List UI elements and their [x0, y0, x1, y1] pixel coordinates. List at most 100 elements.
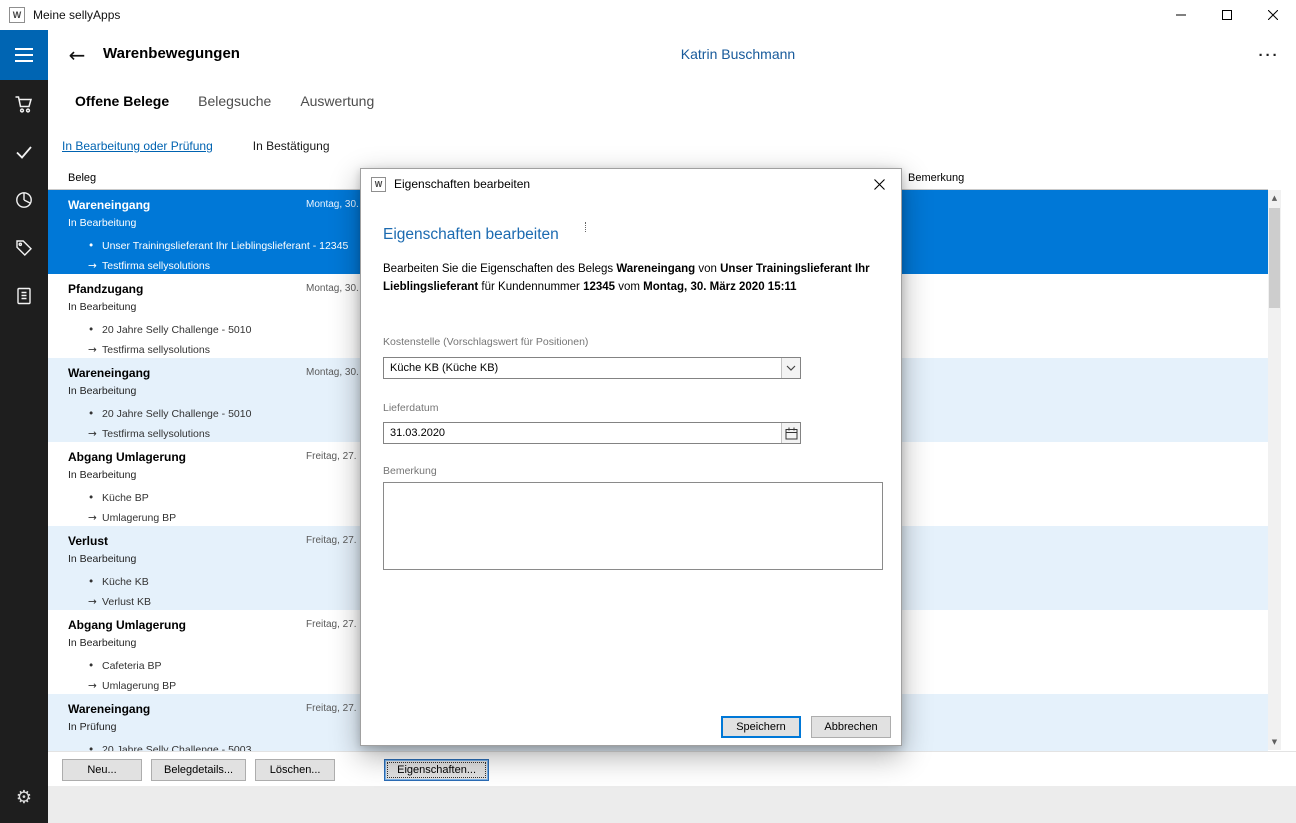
row-source: •20 Jahre Selly Challenge - 5010 — [88, 408, 251, 420]
bullet-icon: • — [88, 576, 102, 588]
gear-icon: ⚙ — [16, 787, 32, 808]
hamburger-menu-icon — [13, 46, 35, 64]
menu-button[interactable] — [0, 30, 48, 80]
close-icon — [1268, 10, 1278, 20]
belegdetails-button[interactable]: Belegdetails... — [151, 759, 246, 781]
row-item-text: 20 Jahre Selly Challenge - 5010 — [102, 408, 251, 420]
row-status: In Bearbeitung — [68, 301, 136, 313]
save-button[interactable]: Speichern — [721, 716, 801, 738]
minimize-button[interactable] — [1158, 0, 1204, 30]
body-text: von — [695, 263, 720, 275]
bullet-icon: • — [88, 744, 102, 752]
bemerkung-textarea[interactable] — [383, 482, 883, 570]
bullet-icon: • — [88, 408, 102, 420]
arrow-icon: → — [88, 344, 102, 356]
scroll-down-icon[interactable]: ▼ — [1268, 735, 1281, 749]
tab-belegsuche[interactable]: Belegsuche — [198, 93, 271, 109]
row-source: •Unser Trainingslieferant Ihr Lieblingsl… — [88, 240, 348, 252]
sidebar-item-journal[interactable] — [0, 272, 48, 320]
price-tag-icon — [14, 238, 34, 258]
maximize-icon — [1222, 10, 1232, 20]
body-text: für Kundennummer — [478, 281, 583, 293]
list-scrollbar[interactable]: ▲ ▼ — [1268, 190, 1281, 750]
arrow-icon: → — [88, 680, 102, 692]
kostenstelle-select[interactable]: Küche KB (Küche KB) — [383, 357, 801, 379]
row-item-text: Küche BP — [102, 492, 149, 504]
close-icon — [874, 179, 885, 190]
close-button[interactable] — [1250, 0, 1296, 30]
kostenstelle-value: Küche KB (Küche KB) — [384, 362, 781, 374]
body-kundennummer: 12345 — [583, 281, 615, 293]
back-arrow-icon: ← — [69, 43, 86, 67]
row-title: Wareneingang — [68, 702, 150, 716]
row-status: In Prüfung — [68, 721, 116, 733]
maximize-button[interactable] — [1204, 0, 1250, 30]
column-header-bemerkung: Bemerkung — [908, 172, 964, 184]
subtab-in-bestaetigung[interactable]: In Bestätigung — [253, 139, 330, 153]
row-item-text: Umlagerung BP — [102, 512, 176, 524]
app-icon: W — [9, 7, 25, 23]
checkmark-icon — [14, 142, 34, 162]
lieferdatum-label: Lieferdatum — [383, 402, 438, 414]
row-target: →Verlust KB — [88, 596, 151, 608]
row-title: Pfandzugang — [68, 282, 143, 296]
text-caret — [585, 222, 586, 232]
dialog-close-button[interactable] — [857, 169, 901, 199]
dialog-titlebar: W Eigenschaften bearbeiten — [361, 169, 901, 199]
calendar-icon — [785, 427, 798, 440]
bemerkung-label: Bemerkung — [383, 465, 437, 477]
chevron-down-icon — [786, 365, 796, 371]
sidebar: ⚙ — [0, 30, 48, 823]
body-datum: Montag, 30. März 2020 15:11 — [643, 281, 796, 293]
row-status: In Bearbeitung — [68, 217, 136, 229]
sidebar-item-reports[interactable] — [0, 176, 48, 224]
lieferdatum-input[interactable]: 31.03.2020 — [383, 422, 801, 444]
more-ellipsis-icon: ··· — [1259, 47, 1280, 64]
tab-offene-belege[interactable]: Offene Belege — [75, 93, 169, 109]
row-target: →Testfirma sellysolutions — [88, 428, 210, 440]
kostenstelle-label: Kostenstelle (Vorschlagswert für Positio… — [383, 336, 588, 348]
row-status: In Bearbeitung — [68, 469, 136, 481]
sidebar-item-settings[interactable]: ⚙ — [0, 777, 48, 817]
neu-button[interactable]: Neu... — [62, 759, 142, 781]
cancel-button[interactable]: Abbrechen — [811, 716, 891, 738]
row-target: →Testfirma sellysolutions — [88, 260, 210, 272]
status-filter-tabs: In Bearbeitung oder Prüfung In Bestätigu… — [48, 128, 1296, 164]
row-source: •20 Jahre Selly Challenge - 5003 — [88, 744, 251, 752]
row-target: →Testfirma sellysolutions — [88, 344, 210, 356]
pivot-tabs: Offene Belege Belegsuche Auswertung — [48, 80, 1296, 122]
bullet-icon: • — [88, 324, 102, 336]
datepicker-button[interactable] — [781, 423, 800, 443]
row-item-text: Umlagerung BP — [102, 680, 176, 692]
tab-auswertung[interactable]: Auswertung — [300, 93, 374, 109]
scrollbar-thumb[interactable] — [1269, 208, 1280, 308]
scroll-up-icon[interactable]: ▲ — [1268, 191, 1281, 205]
cart-icon — [14, 94, 34, 114]
row-item-text: Verlust KB — [102, 596, 151, 608]
bottom-strip — [48, 786, 1296, 823]
window-titlebar: W Meine sellyApps — [0, 0, 1296, 30]
dialog-description: Bearbeiten Sie die Eigenschaften des Bel… — [383, 261, 891, 297]
subtab-in-bearbeitung[interactable]: In Bearbeitung oder Prüfung — [62, 139, 213, 153]
dialog-app-icon: W — [371, 177, 386, 192]
row-title: Wareneingang — [68, 366, 150, 380]
user-name[interactable]: Katrin Buschmann — [681, 46, 795, 62]
row-title: Verlust — [68, 534, 108, 548]
minimize-icon — [1176, 10, 1186, 20]
sidebar-item-cart[interactable] — [0, 80, 48, 128]
eigenschaften-button[interactable]: Eigenschaften... — [384, 759, 489, 781]
more-button[interactable]: ··· — [1252, 40, 1286, 70]
bullet-icon: • — [88, 240, 102, 252]
body-beleg: Wareneingang — [616, 263, 695, 275]
row-target: →Umlagerung BP — [88, 680, 176, 692]
dropdown-button[interactable] — [781, 358, 800, 378]
loeschen-button[interactable]: Löschen... — [255, 759, 335, 781]
body-text: vom — [615, 281, 643, 293]
page-title: Warenbewegungen — [103, 45, 240, 62]
arrow-icon: → — [88, 512, 102, 524]
back-button[interactable]: ← — [62, 40, 92, 70]
row-title: Abgang Umlagerung — [68, 618, 186, 632]
sidebar-item-prices[interactable] — [0, 224, 48, 272]
row-status: In Bearbeitung — [68, 637, 136, 649]
sidebar-item-check[interactable] — [0, 128, 48, 176]
